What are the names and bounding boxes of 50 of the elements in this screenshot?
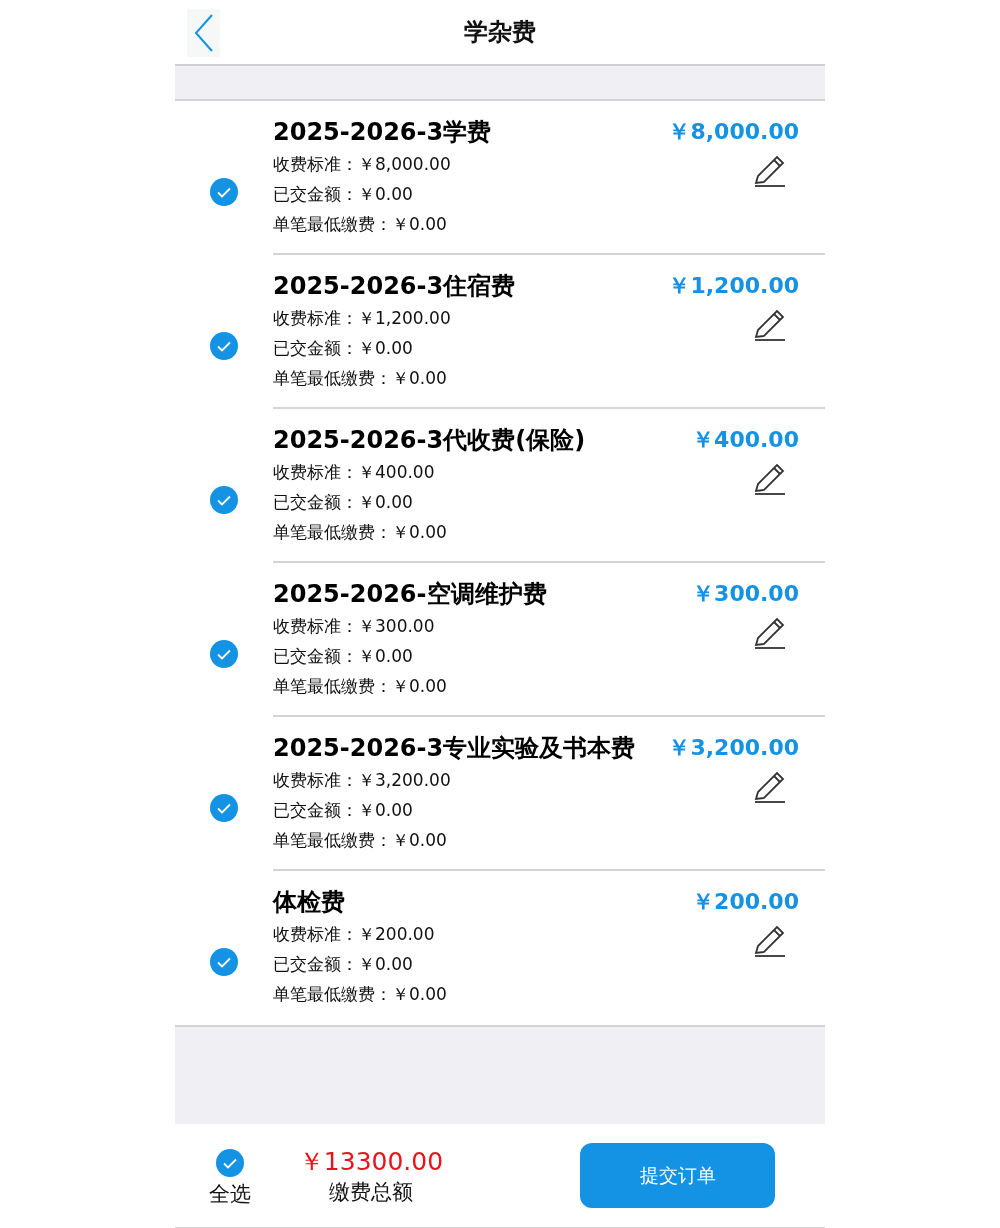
checkbox[interactable] bbox=[209, 485, 239, 515]
checkbox[interactable] bbox=[209, 793, 239, 823]
fee-detail: 已交金额：￥0.00 bbox=[273, 337, 414, 360]
page-title: 学杂费 bbox=[464, 17, 536, 48]
checkbox[interactable] bbox=[209, 331, 239, 361]
fee-detail: 已交金额：￥0.00 bbox=[273, 645, 414, 668]
fee-detail: 已交金额：￥0.00 bbox=[273, 183, 414, 206]
fee-detail: 收费标准：￥300.00 bbox=[273, 615, 436, 638]
fee-amount: ￥300.00 bbox=[692, 580, 799, 608]
back-icon bbox=[192, 13, 215, 53]
pencil-icon[interactable] bbox=[753, 771, 787, 805]
fee-detail: 单笔最低缴费：￥0.00 bbox=[273, 675, 448, 698]
fee-name: 体检费 bbox=[273, 887, 346, 918]
fee-detail: 收费标准：￥3,200.00 bbox=[273, 769, 452, 792]
fee-name: 2025-2026-3专业实验及书本费 bbox=[273, 733, 637, 764]
checkbox[interactable] bbox=[215, 1147, 245, 1178]
pencil-icon[interactable] bbox=[753, 617, 787, 651]
fee-amount: ￥8,000.00 bbox=[668, 118, 799, 146]
fee-detail: 收费标准：￥200.00 bbox=[273, 923, 436, 946]
checkbox[interactable] bbox=[209, 947, 239, 977]
fee-detail: 收费标准：￥400.00 bbox=[273, 461, 436, 484]
select-all-label: 全选 bbox=[209, 1180, 251, 1208]
submit-order-button[interactable]: 提交订单 bbox=[580, 1143, 775, 1208]
fee-detail: 已交金额：￥0.00 bbox=[273, 491, 414, 514]
back-button[interactable] bbox=[187, 9, 220, 57]
total-amount: ￥13300.00 bbox=[298, 1146, 444, 1178]
pencil-icon[interactable] bbox=[753, 155, 787, 189]
fee-name: 2025-2026-3住宿费 bbox=[273, 271, 517, 302]
pencil-icon[interactable] bbox=[753, 925, 787, 959]
fee-name: 2025-2026-3代收费(保险) bbox=[273, 425, 587, 456]
total-label: 缴费总额 bbox=[329, 1179, 413, 1206]
fee-detail: 收费标准：￥1,200.00 bbox=[273, 307, 452, 330]
fee-detail: 已交金额：￥0.00 bbox=[273, 953, 414, 976]
fee-amount: ￥400.00 bbox=[692, 426, 799, 454]
checkbox[interactable] bbox=[209, 177, 239, 207]
pencil-icon[interactable] bbox=[753, 463, 787, 497]
fee-name: 2025-2026-空调维护费 bbox=[273, 579, 548, 610]
fee-detail: 单笔最低缴费：￥0.00 bbox=[273, 213, 448, 236]
fee-amount: ￥200.00 bbox=[692, 888, 799, 916]
fee-detail: 单笔最低缴费：￥0.00 bbox=[273, 829, 448, 852]
fee-detail: 单笔最低缴费：￥0.00 bbox=[273, 983, 448, 1006]
fee-detail: 收费标准：￥8,000.00 bbox=[273, 153, 452, 176]
fee-detail: 单笔最低缴费：￥0.00 bbox=[273, 367, 448, 390]
fee-name: 2025-2026-3学费 bbox=[273, 117, 493, 148]
fee-detail: 单笔最低缴费：￥0.00 bbox=[273, 521, 448, 544]
checkbox[interactable] bbox=[209, 639, 239, 669]
fee-amount: ￥1,200.00 bbox=[668, 272, 799, 300]
pencil-icon[interactable] bbox=[753, 309, 787, 343]
fee-amount: ￥3,200.00 bbox=[668, 734, 799, 762]
fee-detail: 已交金额：￥0.00 bbox=[273, 799, 414, 822]
